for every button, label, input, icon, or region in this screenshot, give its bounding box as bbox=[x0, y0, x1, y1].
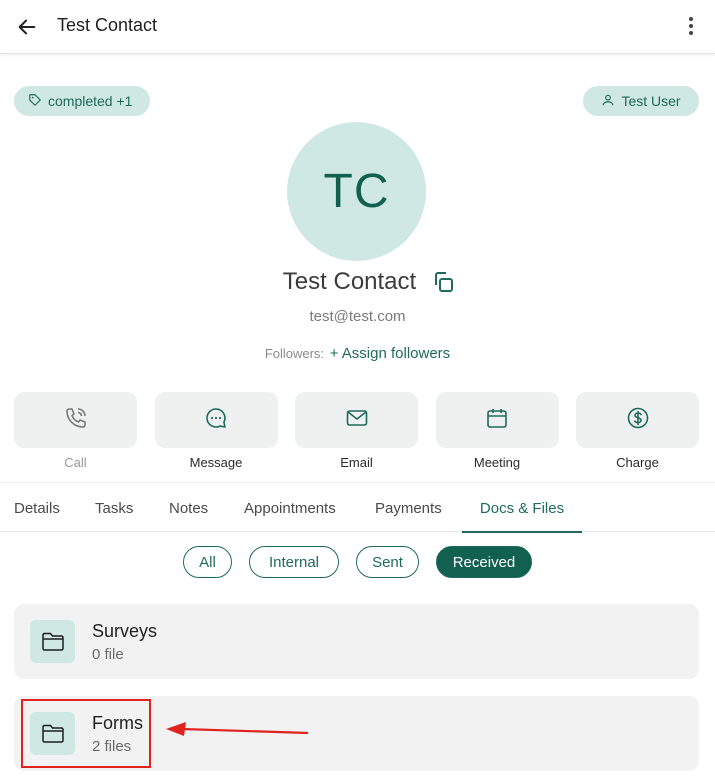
folder-surveys[interactable]: Surveys 0 file bbox=[14, 604, 699, 679]
tab-tasks[interactable]: Tasks bbox=[95, 484, 133, 532]
filter-internal[interactable]: Internal bbox=[249, 546, 339, 578]
tags-chip-label: completed +1 bbox=[48, 93, 133, 109]
tag-icon bbox=[28, 93, 42, 110]
charge-label: Charge bbox=[616, 455, 659, 470]
filter-sent[interactable]: Sent bbox=[356, 546, 419, 578]
charge-button[interactable] bbox=[576, 392, 699, 448]
calendar-icon bbox=[485, 406, 509, 435]
call-label: Call bbox=[64, 455, 87, 470]
assign-followers-link[interactable]: + Assign followers bbox=[330, 345, 450, 362]
followers-row: Followers: + Assign followers bbox=[0, 345, 715, 362]
folder-name: Surveys bbox=[92, 621, 158, 641]
divider bbox=[0, 482, 715, 483]
tags-chip[interactable]: completed +1 bbox=[14, 86, 150, 116]
charge-action[interactable]: Charge bbox=[576, 392, 699, 470]
message-button[interactable] bbox=[154, 392, 278, 448]
tab-notes[interactable]: Notes bbox=[169, 484, 208, 532]
user-icon bbox=[601, 93, 615, 110]
email-action[interactable]: Email bbox=[295, 392, 418, 470]
message-action[interactable]: Message bbox=[154, 392, 278, 470]
dollar-icon bbox=[626, 406, 650, 435]
tab-appointments[interactable]: Appointments bbox=[244, 484, 336, 532]
more-vertical-icon[interactable] bbox=[681, 13, 701, 39]
filter-all[interactable]: All bbox=[183, 546, 232, 578]
message-label: Message bbox=[189, 455, 243, 470]
followers-label: Followers: bbox=[264, 346, 325, 361]
owner-chip-label: Test User bbox=[621, 93, 681, 109]
email-button[interactable] bbox=[295, 392, 418, 448]
tab-docs-files[interactable]: Docs & Files bbox=[462, 484, 582, 533]
contact-email: test@test.com bbox=[309, 308, 406, 325]
tab-bar: Details Tasks Notes Appointments Payment… bbox=[0, 484, 715, 533]
copy-icon[interactable] bbox=[430, 269, 456, 295]
meeting-button[interactable] bbox=[435, 392, 559, 448]
message-icon bbox=[204, 406, 228, 435]
tab-payments[interactable]: Payments bbox=[375, 484, 442, 532]
tab-details[interactable]: Details bbox=[14, 484, 60, 532]
meeting-action[interactable]: Meeting bbox=[435, 392, 559, 470]
contact-name: Test Contact bbox=[282, 268, 417, 295]
call-button[interactable] bbox=[14, 392, 137, 448]
email-icon bbox=[345, 406, 369, 435]
page-title: Test Contact bbox=[57, 15, 158, 35]
meeting-label: Meeting bbox=[473, 455, 521, 470]
annotation-highlight-box bbox=[21, 699, 151, 768]
avatar-initials: TC bbox=[323, 165, 390, 218]
email-label: Email bbox=[340, 455, 373, 470]
contact-name-row: Test Contact bbox=[0, 268, 715, 296]
back-arrow-icon[interactable] bbox=[14, 14, 40, 40]
filter-received[interactable]: Received bbox=[436, 546, 532, 578]
folder-file-count: 0 file bbox=[92, 646, 124, 663]
phone-icon bbox=[64, 406, 88, 435]
folder-icon bbox=[30, 620, 75, 663]
docs-filter-group: All Internal Sent Received bbox=[0, 546, 715, 578]
quick-actions: Call Message Email Meeting Charge bbox=[14, 392, 699, 470]
call-action[interactable]: Call bbox=[14, 392, 137, 470]
owner-chip[interactable]: Test User bbox=[583, 86, 699, 116]
app-bar: Test Contact bbox=[0, 0, 715, 54]
annotation-arrow-icon bbox=[166, 722, 309, 736]
avatar: TC bbox=[287, 122, 426, 261]
